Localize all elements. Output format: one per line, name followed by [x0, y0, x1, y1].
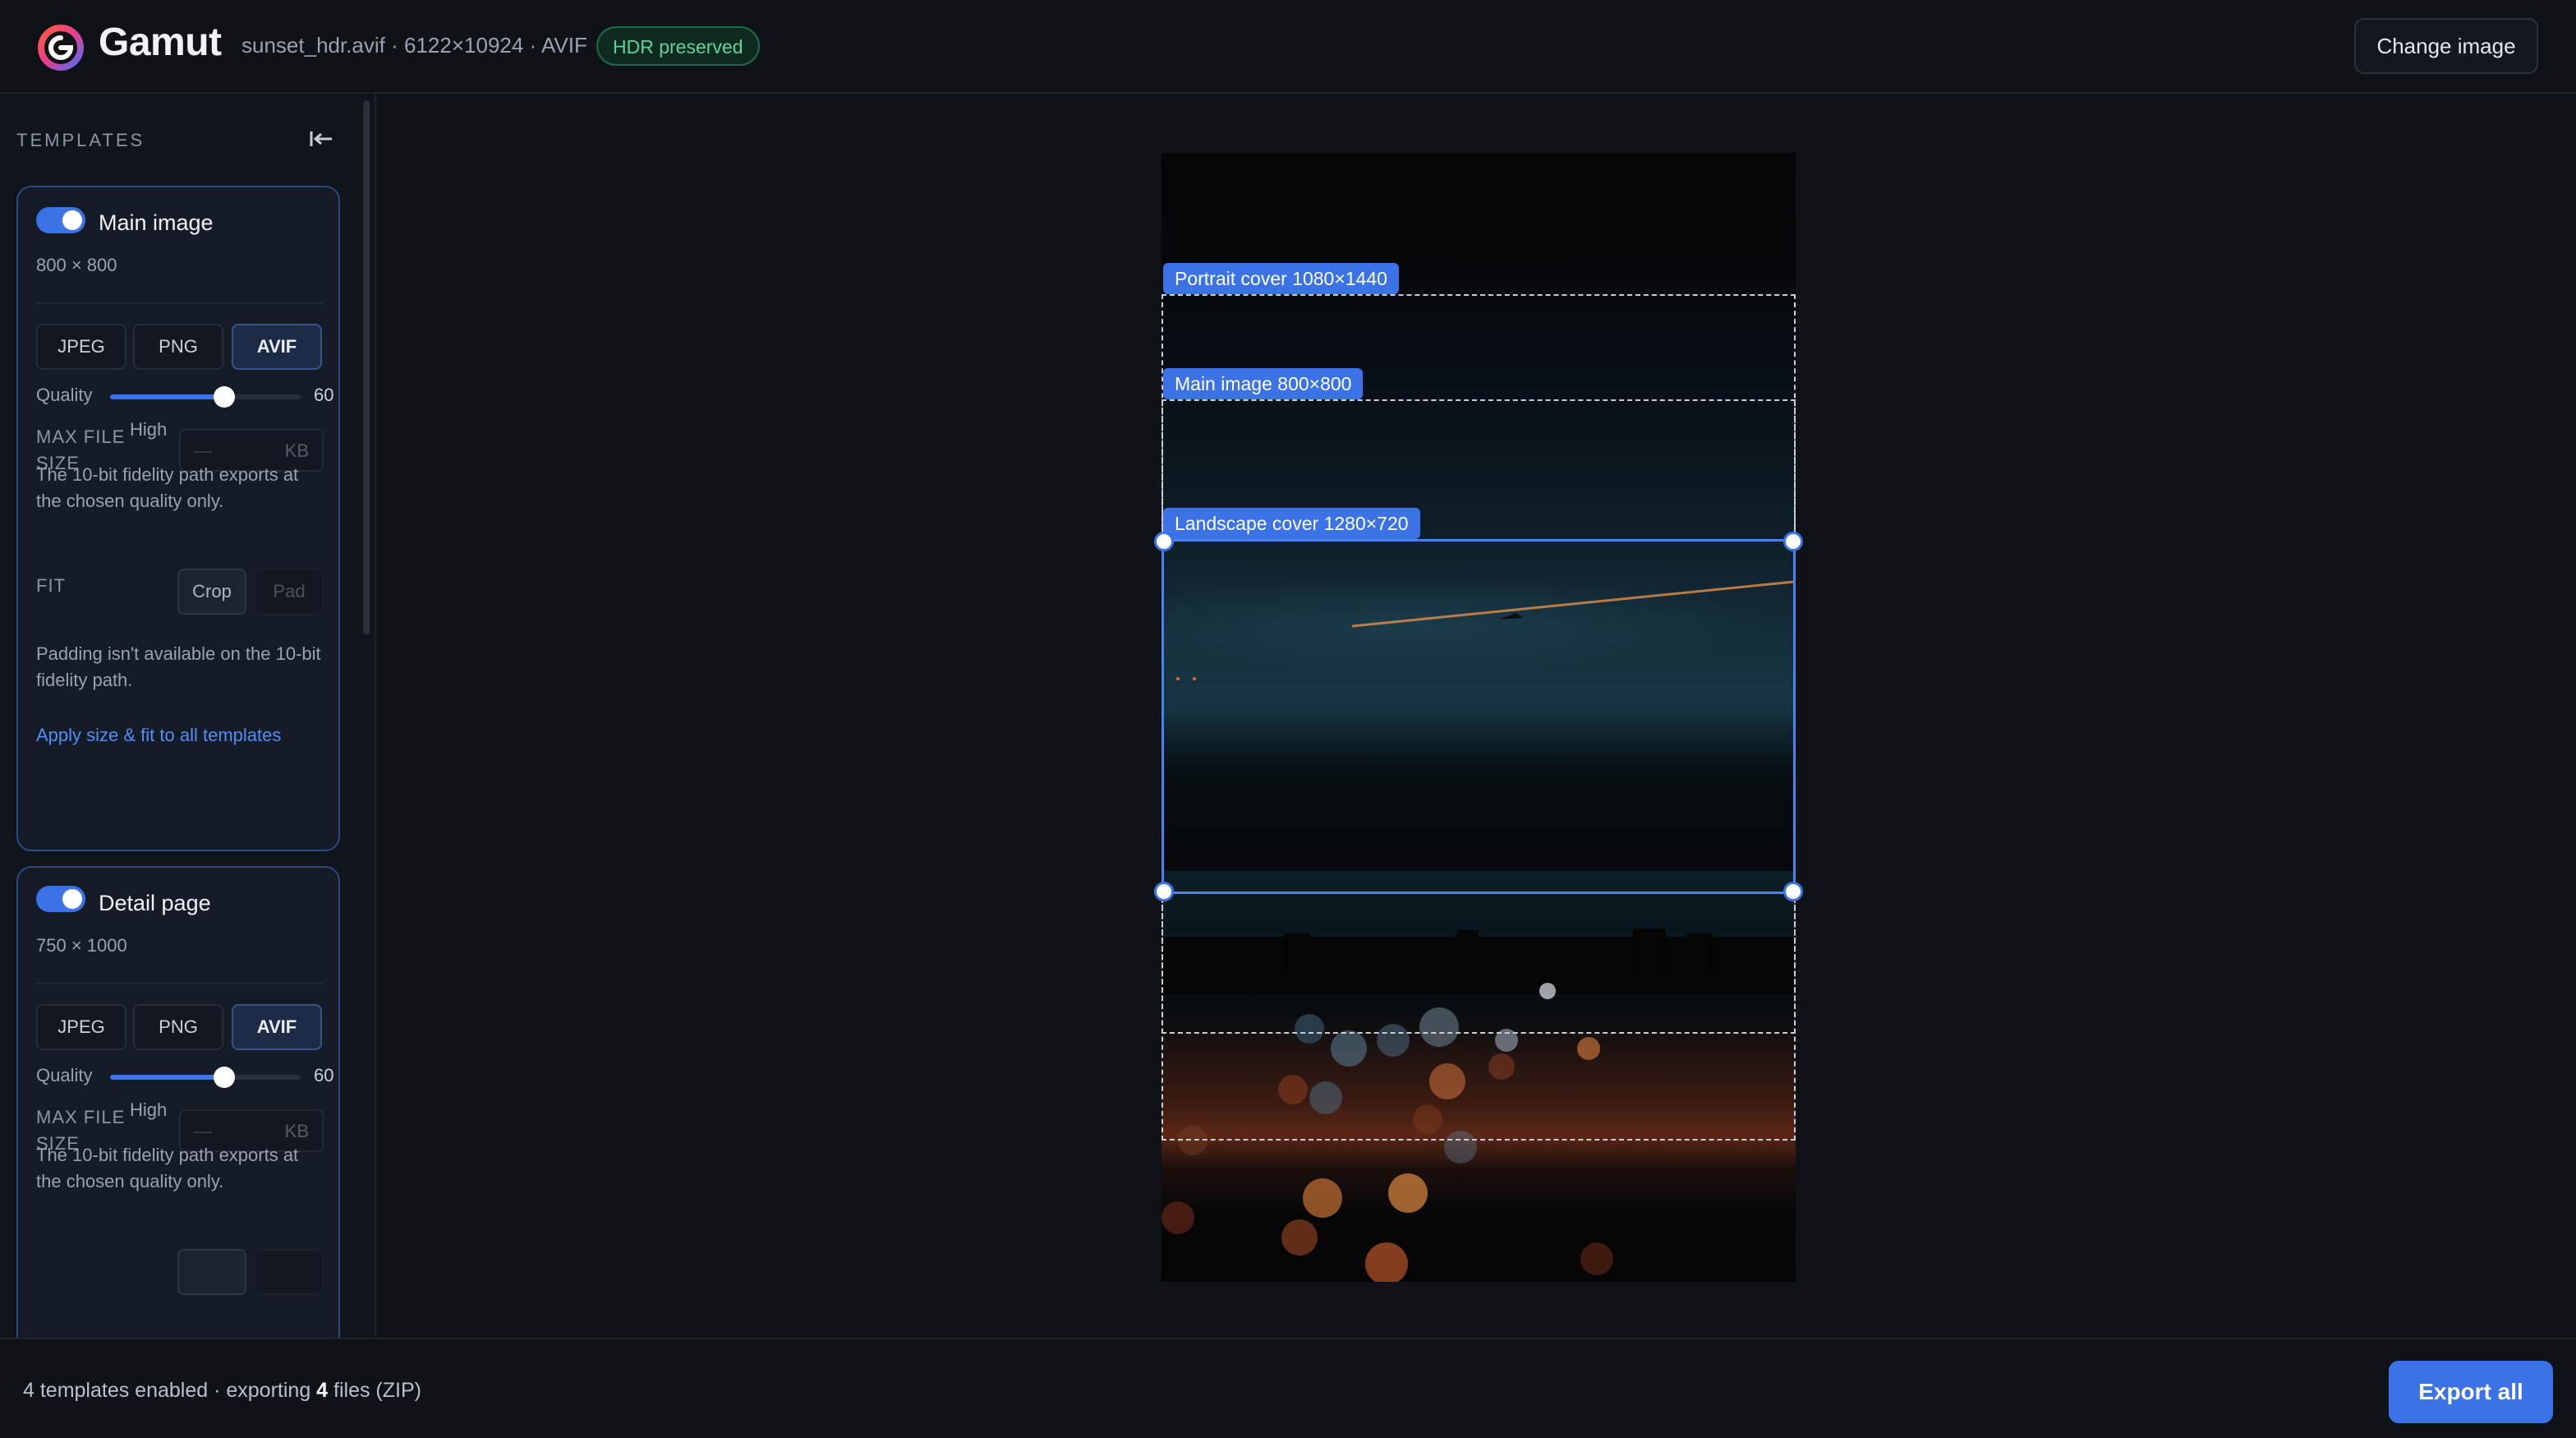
template-dimensions[interactable]: 750 × 1000	[36, 935, 127, 956]
quality-value: 60	[314, 1065, 334, 1085]
hdr-status-badge: HDR preserved	[596, 26, 760, 66]
divider	[36, 983, 324, 984]
app-header: Gamut sunset_hdr.avif · 6122×10924 · AVI…	[0, 0, 2576, 94]
bokeh-light	[1365, 1242, 1408, 1282]
divider	[36, 302, 324, 304]
crop-handle-top-right[interactable]	[1783, 532, 1803, 551]
templates-sidebar: TEMPLATES Main image 800 × 800 JPEG PNG …	[0, 94, 376, 1338]
quality-value: 60	[314, 385, 334, 405]
crop-handle-top-left[interactable]	[1154, 532, 1174, 551]
format-jpeg-button[interactable]: JPEG	[36, 324, 126, 370]
max-file-size-placeholder: —	[194, 1121, 212, 1141]
crop-handle-bottom-left[interactable]	[1154, 882, 1174, 901]
fidelity-note: The 10-bit fidelity path exports at the …	[36, 464, 299, 511]
change-image-button[interactable]: Change image	[2354, 18, 2538, 74]
max-file-size-unit: KB	[284, 1121, 309, 1141]
quality-slider-thumb[interactable]	[214, 1067, 236, 1088]
landscape-crop-label[interactable]: Landscape cover 1280×720	[1163, 508, 1420, 539]
fidelity-note: The 10-bit fidelity path exports at the …	[36, 1145, 299, 1191]
template-dimensions[interactable]: 800 × 800	[36, 255, 117, 276]
format-png-button[interactable]: PNG	[133, 324, 223, 370]
quality-level: High	[130, 419, 168, 440]
format-png-button[interactable]: PNG	[133, 1004, 223, 1050]
max-file-size-placeholder: —	[194, 440, 212, 461]
fit-crop-button[interactable]: Crop	[177, 569, 246, 615]
fit-pad-button[interactable]	[255, 1249, 324, 1295]
export-status: 4 templates enabled · exporting 4 files …	[23, 1379, 421, 1403]
app-name: Gamut	[99, 21, 222, 64]
export-footer: 4 templates enabled · exporting 4 files …	[0, 1338, 2576, 1438]
format-avif-button[interactable]: AVIF	[232, 324, 322, 370]
template-toggle[interactable]	[36, 207, 85, 233]
collapse-left-icon[interactable]	[307, 127, 335, 151]
template-card-main-image: Main image 800 × 800 JPEG PNG AVIF Quali…	[16, 186, 340, 851]
export-all-button[interactable]: Export all	[2389, 1361, 2553, 1423]
fit-pad-button[interactable]: Pad	[255, 569, 324, 615]
bokeh-light	[1580, 1242, 1613, 1275]
fit-crop-button[interactable]	[177, 1249, 246, 1295]
quality-level: High	[130, 1099, 168, 1120]
bokeh-light	[1162, 1201, 1194, 1234]
template-name: Main image	[99, 210, 214, 235]
max-file-size-unit: KB	[284, 440, 309, 461]
gamut-logo-icon	[38, 25, 84, 71]
format-selector: JPEG PNG AVIF	[36, 324, 324, 370]
quality-slider-thumb[interactable]	[214, 386, 236, 408]
main-image-crop-label[interactable]: Main image 800×800	[1163, 368, 1364, 399]
bokeh-light	[1303, 1178, 1342, 1218]
quality-slider[interactable]	[110, 1067, 301, 1088]
fit-label: FIT	[36, 575, 66, 596]
bokeh-light	[1281, 1219, 1318, 1256]
quality-slider-fill	[110, 1075, 225, 1080]
quality-label: Quality	[36, 1065, 93, 1085]
sidebar-title: TEMPLATES	[16, 130, 145, 150]
quality-slider[interactable]	[110, 386, 301, 408]
template-toggle[interactable]	[36, 886, 85, 912]
bokeh-light	[1388, 1173, 1428, 1213]
format-jpeg-button[interactable]: JPEG	[36, 1004, 126, 1050]
padding-note: Padding isn't available on the 10-bit fi…	[36, 643, 321, 690]
sidebar-scrollbar[interactable]	[363, 100, 370, 634]
format-selector: JPEG PNG AVIF	[36, 1004, 324, 1050]
file-count: 4	[316, 1379, 329, 1402]
status-suffix: files (ZIP)	[328, 1379, 421, 1402]
format-avif-button[interactable]: AVIF	[232, 1004, 322, 1050]
quality-label: Quality	[36, 385, 93, 405]
crop-handle-bottom-right[interactable]	[1783, 882, 1803, 901]
quality-slider-fill	[110, 394, 225, 399]
template-name: Detail page	[99, 891, 211, 915]
file-info: sunset_hdr.avif · 6122×10924 · AVIF	[242, 33, 587, 58]
portrait-crop-label[interactable]: Portrait cover 1080×1440	[1163, 263, 1399, 294]
landscape-crop-region[interactable]	[1162, 539, 1796, 894]
template-card-detail-page: Detail page 750 × 1000 JPEG PNG AVIF Qua…	[16, 866, 340, 1338]
status-prefix: 4 templates enabled · exporting	[23, 1379, 317, 1402]
apply-all-link[interactable]: Apply size & fit to all templates	[36, 725, 281, 746]
